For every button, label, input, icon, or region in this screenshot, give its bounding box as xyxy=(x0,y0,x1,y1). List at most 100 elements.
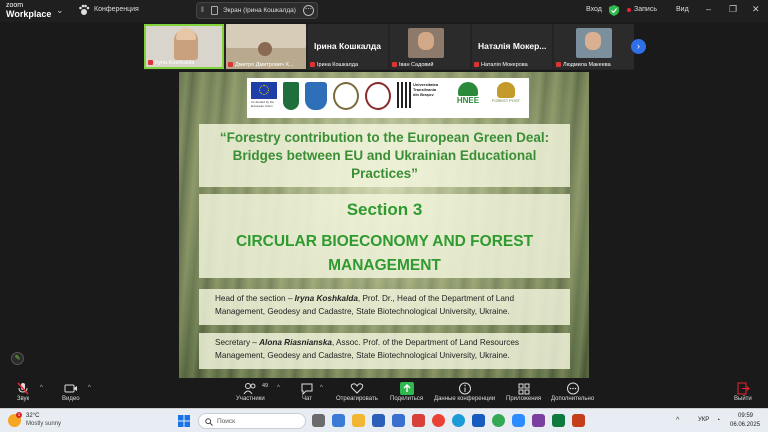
zoom-logo: zoom Workplace xyxy=(6,2,52,19)
windows-start-icon[interactable] xyxy=(178,415,190,427)
conference-data-label: Данные конференции xyxy=(434,396,496,402)
participant-tile[interactable]: Іван Садовий xyxy=(390,24,470,69)
zoom-icon[interactable] xyxy=(512,414,525,427)
yandex-icon[interactable] xyxy=(432,414,445,427)
weather-temperature[interactable]: 32°C xyxy=(26,413,39,419)
participants-button[interactable]: Участники xyxy=(236,382,265,402)
section-subtitle: CIRCULAR BIOECONOMY AND FOREST MANAGEMEN… xyxy=(235,233,534,274)
react-button[interactable]: Отреагировать xyxy=(336,382,378,402)
word-icon[interactable] xyxy=(472,414,485,427)
logo-line2: Workplace xyxy=(6,9,52,19)
search-icon xyxy=(205,418,213,426)
zoom-title-bar: zoom Workplace ⌄ Конференция ‖ Экран (Ір… xyxy=(0,0,768,22)
participant-tile[interactable]: Людмила Макеева xyxy=(554,24,634,69)
shield-check-icon[interactable] xyxy=(609,5,619,16)
tree-icon xyxy=(497,82,515,98)
eu-flag-icon xyxy=(251,82,277,99)
close-icon[interactable]: ✕ xyxy=(752,4,760,15)
participant-tile[interactable]: Ірина Кошкалда Ірина Кошкалда xyxy=(308,24,388,69)
video-camera-icon xyxy=(64,384,77,393)
app-icon[interactable] xyxy=(532,414,545,427)
more-button[interactable]: Дополнительно xyxy=(551,382,594,402)
chevron-up-icon[interactable]: ^ xyxy=(40,385,43,391)
language-indicator[interactable]: УКР xyxy=(698,417,709,423)
mic-muted-icon xyxy=(310,62,315,68)
head-of-section-text: Head of the section – Iryna Koshkalda, P… xyxy=(215,294,515,316)
apps-button[interactable]: Приложения xyxy=(506,382,541,402)
more-label: Дополнительно xyxy=(551,396,595,402)
share-screen-icon xyxy=(399,382,414,395)
clock-date[interactable]: 06.06.2025 xyxy=(730,422,760,428)
task-view-icon[interactable] xyxy=(312,414,325,427)
search-placeholder: Поиск xyxy=(217,418,236,425)
chevron-down-icon[interactable]: ⌄ xyxy=(56,5,64,16)
file-explorer-icon[interactable] xyxy=(352,414,365,427)
chat-button[interactable]: Чат xyxy=(300,382,314,402)
chevron-up-icon[interactable]: ^ xyxy=(320,385,323,391)
sound-button[interactable]: Звук xyxy=(16,382,30,402)
screen-share-indicator[interactable]: ‖ Экран (Ірина Кошкалда) ⋯ xyxy=(196,2,318,19)
leave-button[interactable]: Выйти xyxy=(734,382,752,402)
taskbar-search-input[interactable]: Поиск xyxy=(198,413,306,429)
mic-muted-icon xyxy=(392,62,397,68)
copilot-icon[interactable] xyxy=(332,414,345,427)
login-button[interactable]: Вход xyxy=(586,6,602,13)
secretary-name: Alona Riasnianska xyxy=(259,338,332,347)
participant-strip: Iryna Koshkalda Дмитро Дмитрович Х... Ір… xyxy=(144,24,634,70)
chevron-up-icon[interactable]: ^ xyxy=(88,385,91,391)
participant-tile[interactable]: Iryna Koshkalda xyxy=(144,24,224,69)
apps-label: Приложения xyxy=(506,396,542,402)
share-screen-button[interactable]: Поделиться xyxy=(390,382,423,402)
network-icon[interactable]: ◔ xyxy=(716,417,720,424)
clock-time[interactable]: 09:59 xyxy=(738,413,753,419)
participant-tile[interactable]: Дмитро Дмитрович Х... xyxy=(226,24,306,69)
record-button[interactable]: Запись xyxy=(634,6,657,13)
mic-muted-icon xyxy=(556,62,561,68)
minimize-icon[interactable]: – xyxy=(706,4,711,14)
next-participants-button[interactable]: › xyxy=(631,39,646,54)
video-button[interactable]: Видео xyxy=(62,382,80,402)
participant-tile[interactable]: Наталія Мокер... Наталія Мокерова xyxy=(472,24,552,69)
annotate-pencil-icon[interactable]: ✎ xyxy=(11,352,24,365)
chevron-up-icon[interactable]: ^ xyxy=(277,385,280,391)
store-icon[interactable] xyxy=(372,414,385,427)
chevron-up-icon[interactable]: ^ xyxy=(676,417,679,424)
share-label: Поделиться xyxy=(390,396,424,402)
chrome-icon[interactable] xyxy=(492,414,505,427)
app-icon[interactable] xyxy=(412,414,425,427)
screen-icon xyxy=(211,6,218,15)
video-label: Видео xyxy=(62,396,80,402)
mic-muted-icon xyxy=(17,382,29,395)
maximize-icon[interactable]: ❐ xyxy=(729,4,737,15)
participant-face xyxy=(418,32,434,50)
edge-icon[interactable] xyxy=(452,414,465,427)
university-crest-icon xyxy=(305,82,327,110)
notification-badge: 1 xyxy=(16,412,22,418)
section-title: Section 3 xyxy=(346,200,423,219)
mic-muted-icon xyxy=(474,62,479,68)
university-crest-icon xyxy=(283,82,299,110)
powerpoint-icon[interactable] xyxy=(572,414,585,427)
participant-name: Людмила Макеева xyxy=(556,62,611,68)
excel-icon[interactable] xyxy=(552,414,565,427)
info-icon xyxy=(458,382,471,395)
partner-logos: Co-funded by the European Union Universi… xyxy=(247,78,529,118)
teams-icon[interactable] xyxy=(392,414,405,427)
participant-name: Iryna Koshkalda xyxy=(148,60,194,66)
participants-label: Участники xyxy=(236,396,265,402)
weather-description[interactable]: Mostly sunny xyxy=(26,421,61,427)
participant-face xyxy=(585,32,601,50)
leave-icon xyxy=(737,382,750,395)
section-box: Section 3 CIRCULAR BIOECONOMY AND FOREST… xyxy=(199,194,570,278)
secretary-box: Secretary – Alona Riasnianska, Assoc. Pr… xyxy=(199,333,570,369)
university-seal-icon xyxy=(333,82,359,110)
more-options-icon[interactable]: ⋯ xyxy=(303,5,314,16)
head-of-section-box: Head of the section – Iryna Koshkalda, P… xyxy=(199,289,570,325)
conference-label[interactable]: Конференция xyxy=(94,6,139,13)
conference-data-button[interactable]: Данные конференции xyxy=(434,382,495,402)
eu-logo: Co-funded by the European Union xyxy=(251,82,277,108)
slide-title-box: “Forestry contribution to the European G… xyxy=(199,124,570,187)
secretary-text: Secretary – Alona Riasnianska, Assoc. Pr… xyxy=(215,338,519,360)
heart-icon xyxy=(350,383,364,394)
view-button[interactable]: Вид xyxy=(676,6,689,13)
